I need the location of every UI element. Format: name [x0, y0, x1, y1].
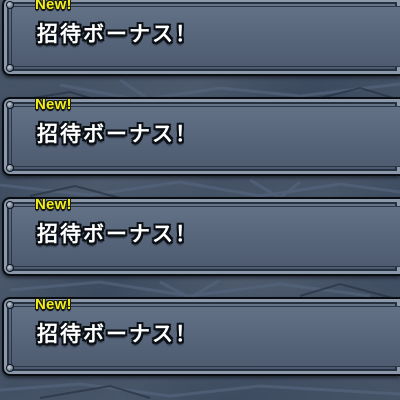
rivet-icon	[7, 165, 13, 171]
message-title: 招待ボーナス！	[37, 122, 198, 146]
message-title: 招待ボーナス！	[37, 222, 198, 246]
rivet-icon	[7, 265, 13, 271]
message-item[interactable]: New! 招待ボーナス！	[2, 96, 400, 176]
rivet-icon	[7, 365, 13, 371]
message-title: 招待ボーナス！	[37, 322, 198, 346]
rivet-icon	[7, 302, 13, 308]
new-badge: New!	[35, 96, 72, 113]
new-badge: New!	[35, 296, 72, 313]
rivet-icon	[7, 2, 13, 8]
message-title: 招待ボーナス！	[37, 22, 198, 46]
rivet-icon	[7, 202, 13, 208]
rivet-icon	[7, 65, 13, 71]
rivet-icon	[7, 102, 13, 108]
message-item[interactable]: New! 招待ボーナス！	[2, 296, 400, 376]
message-item[interactable]: New! 招待ボーナス！	[2, 0, 400, 76]
new-badge: New!	[35, 0, 72, 13]
message-item[interactable]: New! 招待ボーナス！	[2, 196, 400, 276]
new-badge: New!	[35, 196, 72, 213]
message-list: New! 招待ボーナス！ New! 招待ボーナス！ New! 招待ボーナス！ N…	[0, 0, 400, 400]
